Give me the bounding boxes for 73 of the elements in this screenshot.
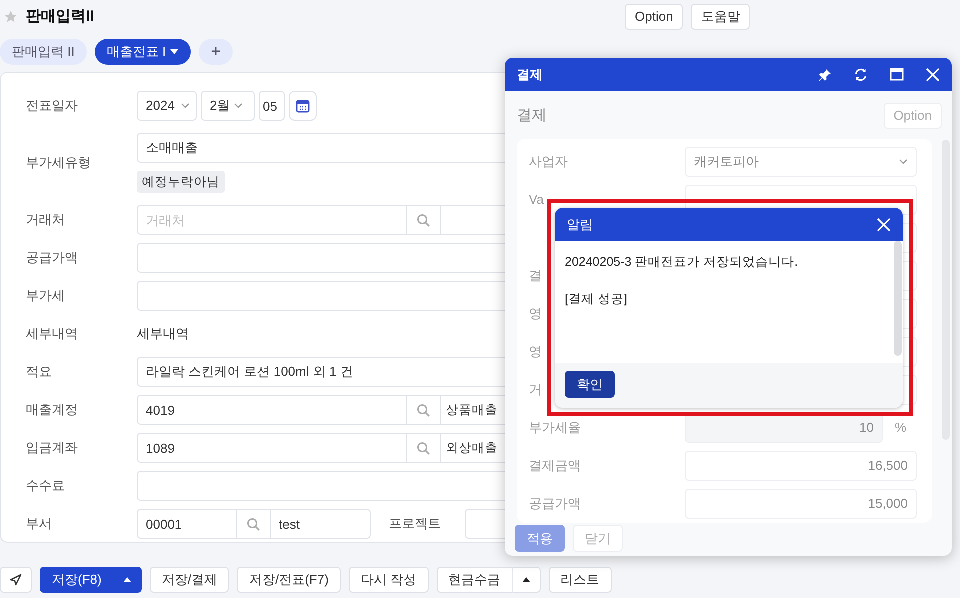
toolbar-button[interactable]: 저장(F8) bbox=[40, 567, 114, 593]
tab[interactable]: 판매입력 II bbox=[0, 39, 87, 65]
field-label: 결제금액 bbox=[529, 458, 581, 474]
refresh-icon[interactable] bbox=[854, 68, 868, 82]
search-icon bbox=[247, 518, 260, 530]
chevron-down-icon bbox=[234, 103, 244, 109]
caret-up-icon bbox=[122, 577, 132, 583]
field-label: 공급가액 bbox=[529, 496, 581, 512]
paper-plane-icon bbox=[10, 574, 22, 586]
help-button[interactable]: 도움말 bbox=[691, 4, 750, 30]
chevron-down-icon bbox=[180, 103, 190, 109]
field-label: 부가세율 bbox=[529, 420, 581, 436]
field-label: 영 bbox=[529, 306, 542, 322]
year-select[interactable]: 2024 bbox=[137, 91, 197, 121]
calendar-icon bbox=[296, 99, 310, 113]
field-label: 수수료 bbox=[25, 477, 66, 496]
close-icon[interactable] bbox=[926, 68, 940, 82]
input-field[interactable]: 1089 bbox=[137, 433, 407, 463]
field-label: 입금계좌 bbox=[25, 439, 79, 458]
field-label: 결 bbox=[529, 268, 542, 284]
close-icon[interactable] bbox=[877, 218, 891, 232]
scrollbar[interactable] bbox=[894, 241, 902, 356]
option-button[interactable]: Option bbox=[625, 4, 684, 30]
field-label: 적요 bbox=[25, 363, 53, 382]
unit-label: % bbox=[895, 419, 907, 438]
toolbar-button[interactable]: 저장/전표(F7) bbox=[237, 567, 341, 593]
toolbar-button[interactable]: 현금수금 bbox=[436, 567, 513, 593]
day-field[interactable]: 05 bbox=[259, 91, 285, 121]
search-icon bbox=[417, 404, 430, 416]
star-icon[interactable] bbox=[4, 10, 18, 24]
message-text: [결제 성공] bbox=[565, 290, 628, 308]
input-field[interactable]: 16,500 bbox=[685, 451, 917, 481]
dialog-title: 알림 bbox=[567, 216, 593, 234]
maximize-icon[interactable] bbox=[890, 68, 904, 81]
field-label: 전표일자 bbox=[25, 97, 79, 116]
message-text: 20240205-3 판매전표가 저장되었습니다. bbox=[565, 254, 800, 271]
tag: 예정누락아님 bbox=[137, 170, 225, 194]
caret-down-icon bbox=[170, 49, 180, 55]
field-label: 공급가액 bbox=[25, 249, 79, 268]
dialog-heading: 결제 bbox=[517, 106, 547, 126]
dropdown-button[interactable] bbox=[114, 567, 142, 593]
field-label: 거래처 bbox=[25, 211, 66, 230]
search-icon bbox=[417, 214, 430, 226]
toolbar-button[interactable]: 다시 작성 bbox=[348, 567, 429, 593]
field-label: 매출계정 bbox=[25, 401, 79, 420]
chevron-down-icon bbox=[899, 159, 908, 165]
add-tab-button[interactable]: + bbox=[199, 39, 234, 65]
calendar-button[interactable] bbox=[289, 91, 317, 121]
field-label: 부가세유형 bbox=[25, 154, 92, 172]
dialog-title: 결제 bbox=[517, 66, 544, 84]
toolbar-button[interactable]: 리스트 bbox=[548, 567, 612, 593]
select-field[interactable]: 캐커토피아 bbox=[685, 147, 917, 177]
field-label: 세부내역 bbox=[25, 325, 79, 344]
caret-up-icon bbox=[522, 577, 531, 583]
detail-text: 세부내역 bbox=[137, 325, 189, 344]
input-field[interactable]: 거래처 bbox=[137, 205, 407, 235]
page-title: 판매입력II bbox=[26, 6, 94, 27]
search-icon bbox=[417, 442, 430, 454]
input-field[interactable]: 15,000 bbox=[685, 489, 917, 519]
send-button[interactable] bbox=[0, 567, 32, 593]
field-label: 프로젝트 bbox=[389, 515, 441, 534]
field-label: Va bbox=[529, 192, 544, 208]
toolbar-button[interactable]: 저장/결제 bbox=[150, 567, 230, 593]
department-name-field[interactable]: test bbox=[271, 509, 371, 539]
input-field[interactable]: 4019 bbox=[137, 395, 407, 425]
department-code-field[interactable]: 00001 bbox=[137, 509, 237, 539]
field-label: 부가세 bbox=[25, 287, 66, 306]
pin-icon[interactable] bbox=[818, 68, 832, 82]
month-select[interactable]: 2월 bbox=[201, 91, 255, 121]
tab[interactable]: 매출전표 I bbox=[94, 39, 192, 65]
field-label: 영 bbox=[529, 344, 542, 360]
field-label: 부서 bbox=[25, 515, 53, 534]
confirm-button[interactable]: 확인 bbox=[565, 371, 615, 398]
